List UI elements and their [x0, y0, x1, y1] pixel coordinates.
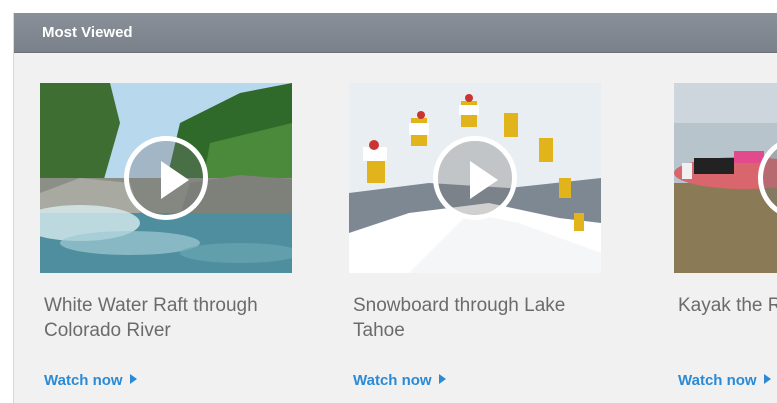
- watch-now-label: Watch now: [353, 372, 432, 389]
- play-icon: [470, 161, 498, 199]
- play-button[interactable]: [124, 136, 208, 220]
- play-icon: [161, 161, 189, 199]
- watch-now-link[interactable]: Watch now: [353, 372, 446, 389]
- watch-now-label: Watch now: [678, 372, 757, 389]
- video-card-kayak: Kayak the River Watch now: [674, 83, 777, 389]
- watch-now-link[interactable]: Watch now: [44, 372, 137, 389]
- section-title: Most Viewed: [14, 13, 777, 53]
- watch-now-link[interactable]: Watch now: [678, 372, 771, 389]
- video-card-snowboard: Snowboard through Lake Tahoe Watch now: [349, 83, 603, 389]
- play-button[interactable]: [433, 136, 517, 220]
- most-viewed-panel: Most Viewed White Water Raft through Col…: [13, 13, 777, 403]
- watch-now-label: Watch now: [44, 372, 123, 389]
- video-thumbnail[interactable]: [674, 83, 777, 273]
- video-thumbnail[interactable]: [349, 83, 601, 273]
- video-title[interactable]: Kayak the River: [678, 293, 777, 318]
- video-thumbnail[interactable]: [40, 83, 292, 273]
- play-arrow-icon: [438, 374, 446, 384]
- play-arrow-icon: [129, 374, 137, 384]
- play-arrow-icon: [763, 374, 771, 384]
- video-title[interactable]: Snowboard through Lake Tahoe: [353, 293, 603, 343]
- video-card-raft: White Water Raft through Colorado River …: [40, 83, 294, 389]
- video-title[interactable]: White Water Raft through Colorado River: [44, 293, 294, 343]
